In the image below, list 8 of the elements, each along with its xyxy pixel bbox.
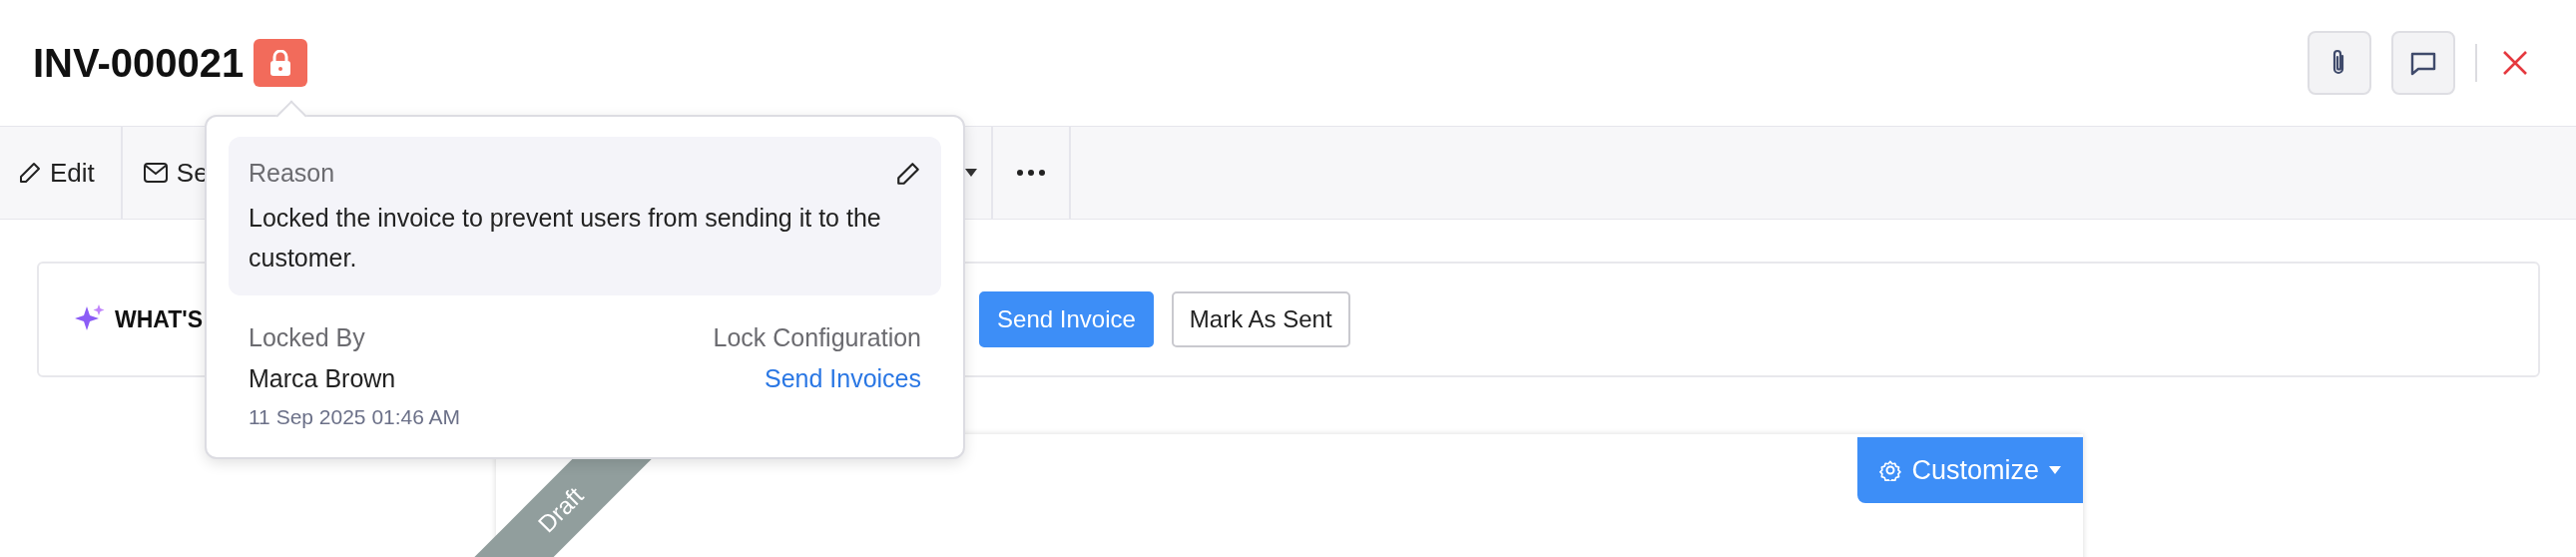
locked-by-label: Locked By: [249, 323, 366, 352]
invoice-title: INV-000021: [33, 40, 245, 86]
lock-configuration-label: Lock Configuration: [713, 323, 921, 352]
reason-text: Locked the invoice to prevent users from sending it to the customer.: [249, 203, 882, 274]
locked-date: 11 Sep 2025 01:46 AM: [249, 405, 461, 429]
reason-label: Reason: [249, 159, 335, 188]
locked-by-name: Marca Brown: [249, 364, 397, 393]
banner-title: WHAT'S: [115, 305, 204, 333]
